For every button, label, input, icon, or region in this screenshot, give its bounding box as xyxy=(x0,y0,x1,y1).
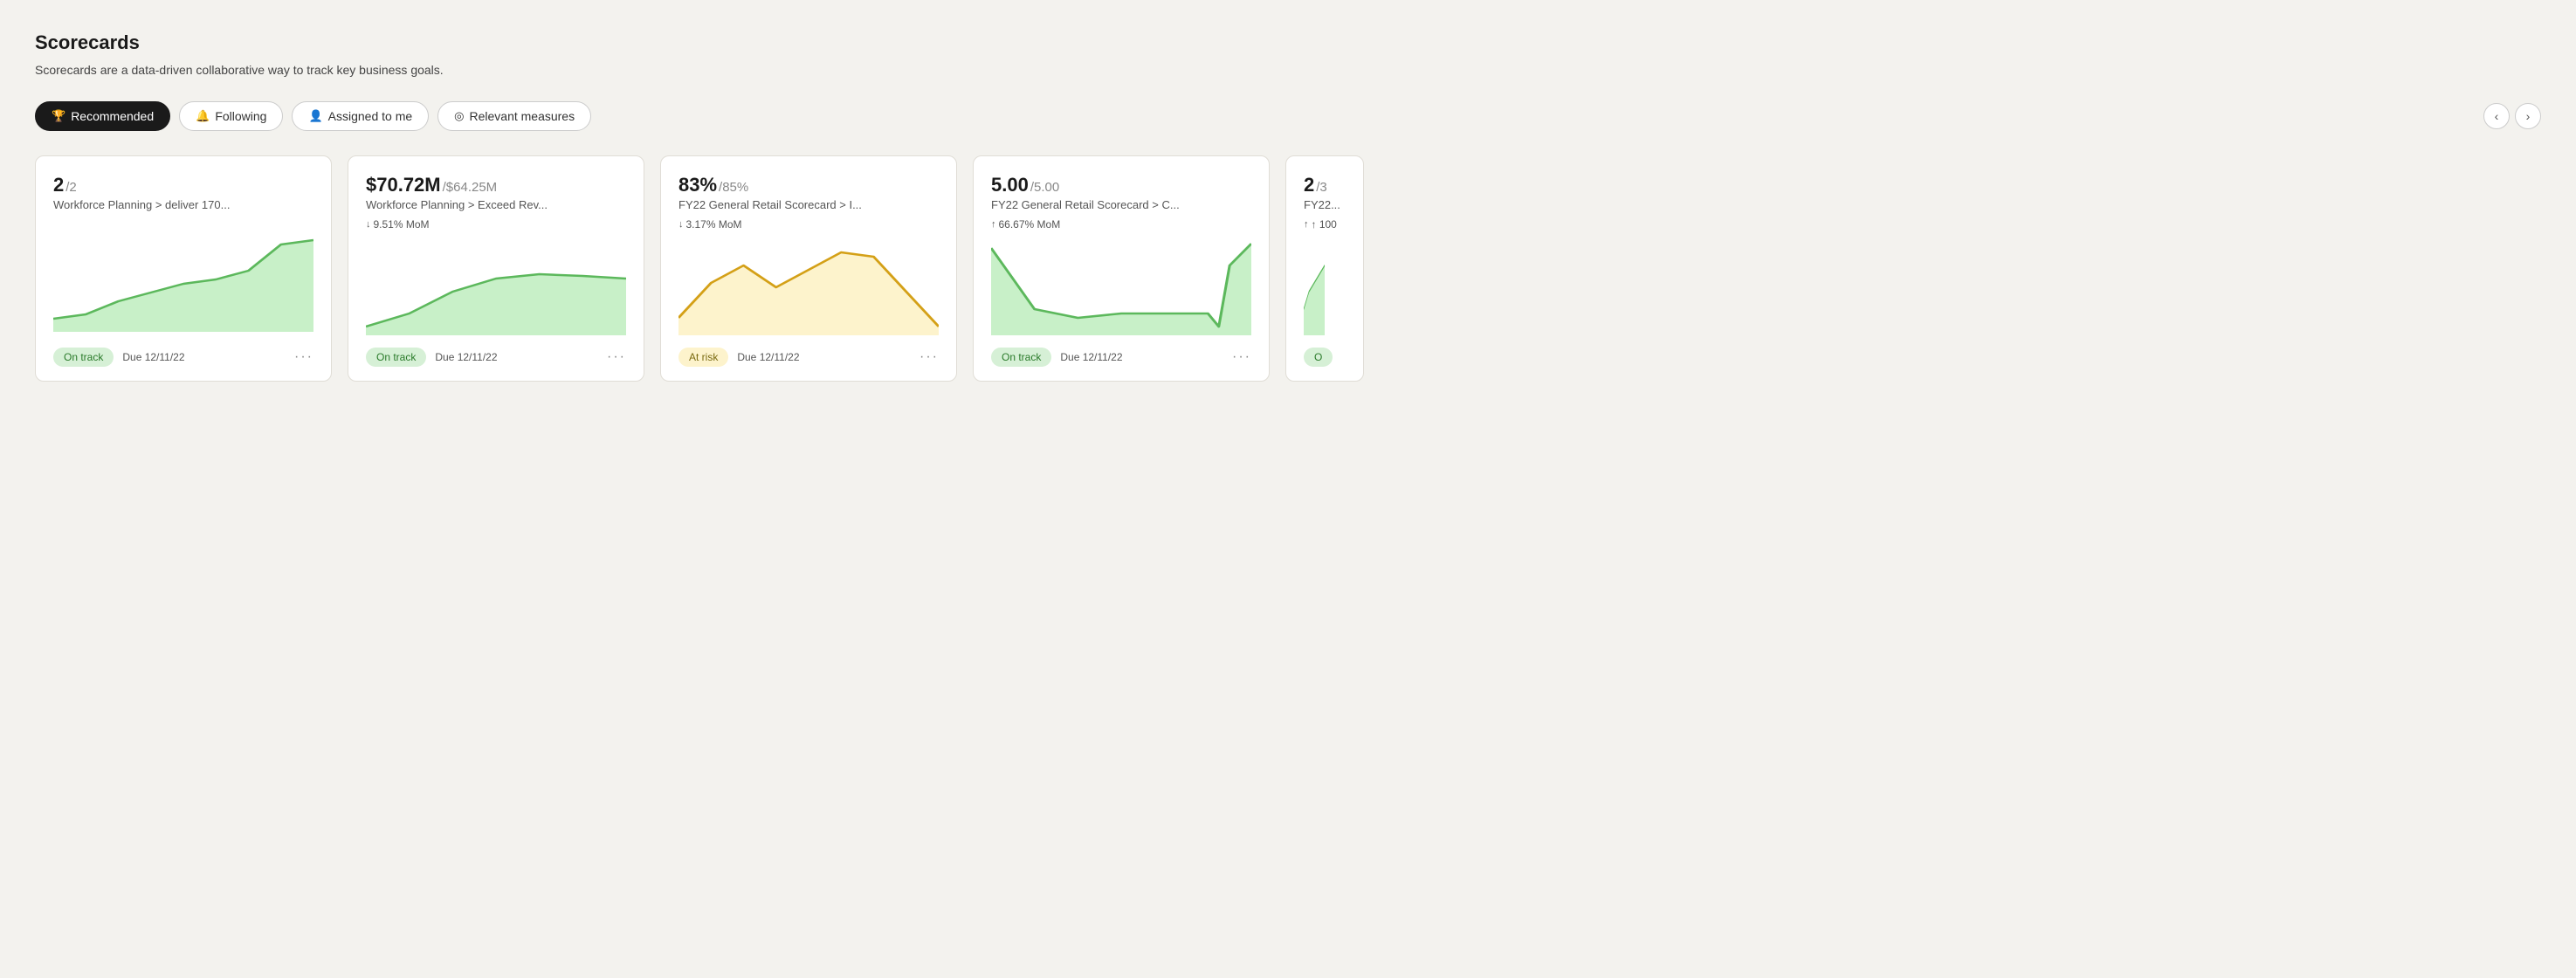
card-footer: On track Due 12/11/22 ··· xyxy=(53,348,313,367)
card-value-sub: /2 xyxy=(65,180,77,195)
chart-svg xyxy=(53,236,313,332)
card-label: Workforce Planning > deliver 170... xyxy=(53,198,313,211)
tab-label: Recommended xyxy=(71,109,154,123)
status-badge: On track xyxy=(366,348,426,367)
status-badge: On track xyxy=(991,348,1051,367)
card-label: Workforce Planning > Exceed Rev... xyxy=(366,198,626,211)
card-value-row: 2/2 xyxy=(53,174,313,196)
mom-arrow-icon: ↓ xyxy=(678,219,684,230)
card-label: FY22... xyxy=(1304,198,1346,211)
due-date: Due 12/11/22 xyxy=(435,351,497,363)
tab-relevant[interactable]: ◎ Relevant measures xyxy=(437,101,591,131)
card-value-sub: /$64.25M xyxy=(443,180,498,195)
card-value-sub: /85% xyxy=(719,180,748,195)
due-date: Due 12/11/22 xyxy=(737,351,799,363)
tab-label: Following xyxy=(215,109,266,123)
scorecard-card-2[interactable]: $70.72M/$64.25M Workforce Planning > Exce… xyxy=(348,155,644,382)
mom-arrow-icon: ↑ xyxy=(991,219,996,230)
status-badge: At risk xyxy=(678,348,728,367)
tab-bar: 🏆 Recommended 🔔 Following 👤 Assigned to me ◎ Re… xyxy=(35,101,2541,131)
more-options-button[interactable]: ··· xyxy=(607,349,626,365)
recommended-icon: 🏆 xyxy=(52,109,65,123)
card-footer: On track Due 12/11/22 ··· xyxy=(991,348,1251,367)
card-value-row: 2/3 xyxy=(1304,174,1346,196)
more-options-button[interactable]: ··· xyxy=(1232,349,1251,365)
card-label: FY22 General Retail Scorecard > I... xyxy=(678,198,939,211)
card-label: FY22 General Retail Scorecard > C... xyxy=(991,198,1251,211)
card-value-main: 2 xyxy=(1304,174,1314,196)
status-badge: On track xyxy=(53,348,114,367)
scorecard-card-3[interactable]: 83%/85% FY22 General Retail Scorecard > I… xyxy=(660,155,957,382)
relevant-icon: ◎ xyxy=(454,109,464,123)
card-value-row: $70.72M/$64.25M xyxy=(366,174,626,196)
due-date: Due 12/11/22 xyxy=(1060,351,1122,363)
nav-prev-button[interactable]: ‹ xyxy=(2483,103,2510,129)
card-value-row: 83%/85% xyxy=(678,174,939,196)
card-chart xyxy=(53,236,313,332)
card-value-row: 5.00/5.00 xyxy=(991,174,1251,196)
card-mom: ↓ 3.17% MoM xyxy=(678,218,939,231)
card-chart xyxy=(366,239,626,335)
more-options-button[interactable]: ··· xyxy=(920,349,939,365)
chart-svg xyxy=(366,239,626,335)
card-value-main: $70.72M xyxy=(366,174,441,196)
cards-row: 2/2 Workforce Planning > deliver 170... On… xyxy=(35,155,2541,382)
due-date: Due 12/11/22 xyxy=(122,351,184,363)
chart-svg xyxy=(1304,239,1346,335)
more-options-button[interactable]: ··· xyxy=(294,349,313,365)
tab-label: Relevant measures xyxy=(469,109,575,123)
nav-arrows: ‹ › xyxy=(2483,103,2541,129)
chart-svg xyxy=(991,239,1251,335)
tab-recommended[interactable]: 🏆 Recommended xyxy=(35,101,170,131)
scorecard-card-1[interactable]: 2/2 Workforce Planning > deliver 170... On… xyxy=(35,155,332,382)
card-chart xyxy=(1304,239,1346,335)
chart-svg xyxy=(678,239,939,335)
scorecard-card-4[interactable]: 5.00/5.00 FY22 General Retail Scorecard >… xyxy=(973,155,1270,382)
status-badge-partial: O xyxy=(1304,348,1333,367)
assigned-icon: 👤 xyxy=(308,109,322,123)
page-title: Scorecards xyxy=(35,31,2541,54)
page-subtitle: Scorecards are a data-driven collaborati… xyxy=(35,63,2541,77)
card-value-main: 2 xyxy=(53,174,64,196)
card-chart xyxy=(678,239,939,335)
card-value-main: 83% xyxy=(678,174,717,196)
card-mom: ↓ 9.51% MoM xyxy=(366,218,626,231)
card-footer: At risk Due 12/11/22 ··· xyxy=(678,348,939,367)
scorecard-card-5[interactable]: 2/3 FY22... ↑ ↑ 100 O xyxy=(1285,155,1364,382)
nav-next-button[interactable]: › xyxy=(2515,103,2541,129)
mom-arrow-icon: ↓ xyxy=(366,219,371,230)
following-icon: 🔔 xyxy=(196,109,210,123)
mom-arrow-icon: ↑ xyxy=(1304,219,1309,230)
card-mom: ↑ 66.67% MoM xyxy=(991,218,1251,231)
card-mom: ↑ ↑ 100 xyxy=(1304,218,1346,231)
tab-assigned[interactable]: 👤 Assigned to me xyxy=(292,101,429,131)
tab-label: Assigned to me xyxy=(328,109,413,123)
card-footer-partial: O xyxy=(1304,348,1346,367)
card-chart xyxy=(991,239,1251,335)
card-value-sub: /3 xyxy=(1316,180,1327,195)
card-value-main: 5.00 xyxy=(991,174,1029,196)
tab-following[interactable]: 🔔 Following xyxy=(179,101,283,131)
card-value-sub: /5.00 xyxy=(1030,180,1059,195)
card-footer: On track Due 12/11/22 ··· xyxy=(366,348,626,367)
